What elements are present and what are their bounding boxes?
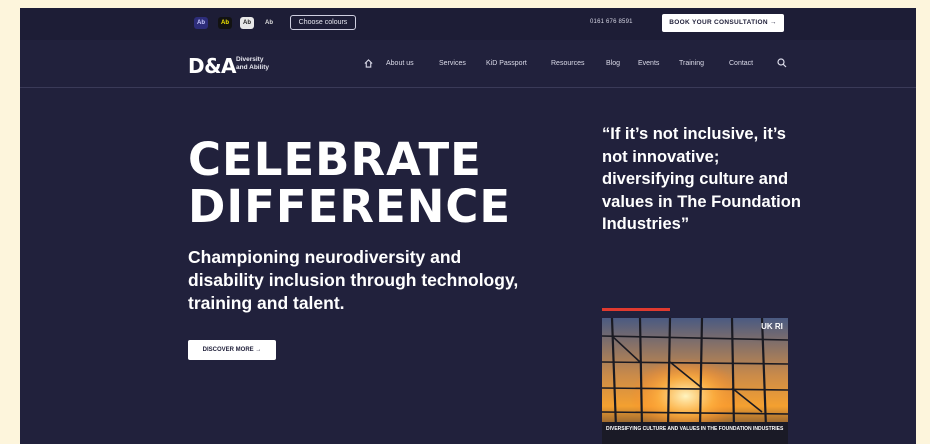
home-icon[interactable] <box>364 59 373 68</box>
colour-swatch-light[interactable]: Ab <box>240 17 254 29</box>
ukri-badge: UK RI <box>761 322 783 331</box>
logo[interactable]: D&A <box>188 54 237 78</box>
discover-more-button[interactable]: DISCOVER MORE → <box>188 340 276 360</box>
logo-tagline-line1: Diversity <box>236 56 264 63</box>
colour-swatch-blue[interactable]: Ab <box>194 17 208 29</box>
colour-swatch-default[interactable]: Ab <box>262 17 276 29</box>
utility-bar: Ab Ab Ab Ab Choose colours 0161 676 8591… <box>20 8 916 40</box>
hero-title-line1: CELEBRATE <box>188 133 482 186</box>
nav-blog[interactable]: Blog <box>606 60 620 67</box>
book-consultation-button[interactable]: BOOK YOUR CONSULTATION → <box>662 14 784 32</box>
nav-events[interactable]: Events <box>638 60 659 67</box>
report-cover-image[interactable]: UK RI DIVERSIFYING CULTURE AND VALUES IN… <box>602 318 788 444</box>
main-nav: D&A Diversity and Ability About us Servi… <box>20 40 916 88</box>
nav-services[interactable]: Services <box>439 60 466 67</box>
nav-resources[interactable]: Resources <box>551 60 584 67</box>
logo-tagline: Diversity and Ability <box>236 56 269 72</box>
colour-swatch-yellow[interactable]: Ab <box>218 17 232 29</box>
browser-viewport: Ab Ab Ab Ab Choose colours 0161 676 8591… <box>20 8 916 444</box>
hero-title-line2: DIFFERENCE <box>188 180 512 233</box>
report-cover-caption: DIVERSIFYING CULTURE AND VALUES IN THE F… <box>606 426 784 432</box>
quote-divider <box>602 308 670 311</box>
phone-number[interactable]: 0161 676 8591 <box>590 19 633 25</box>
hero-title: CELEBRATE DIFFERENCE <box>188 133 512 233</box>
nav-contact[interactable]: Contact <box>729 60 753 67</box>
search-icon[interactable] <box>777 58 787 68</box>
nav-kid-passport[interactable]: KiD Passport <box>486 60 527 67</box>
nav-about-us[interactable]: About us <box>386 60 414 67</box>
hero-subtitle: Championing neurodiversity and disabilit… <box>188 247 519 313</box>
logo-tagline-line2: and Ability <box>236 64 269 71</box>
nav-training[interactable]: Training <box>679 60 704 67</box>
choose-colours-button[interactable]: Choose colours <box>290 15 356 30</box>
quote-text: “If it’s not inclusive, it’s not innovat… <box>602 125 801 233</box>
